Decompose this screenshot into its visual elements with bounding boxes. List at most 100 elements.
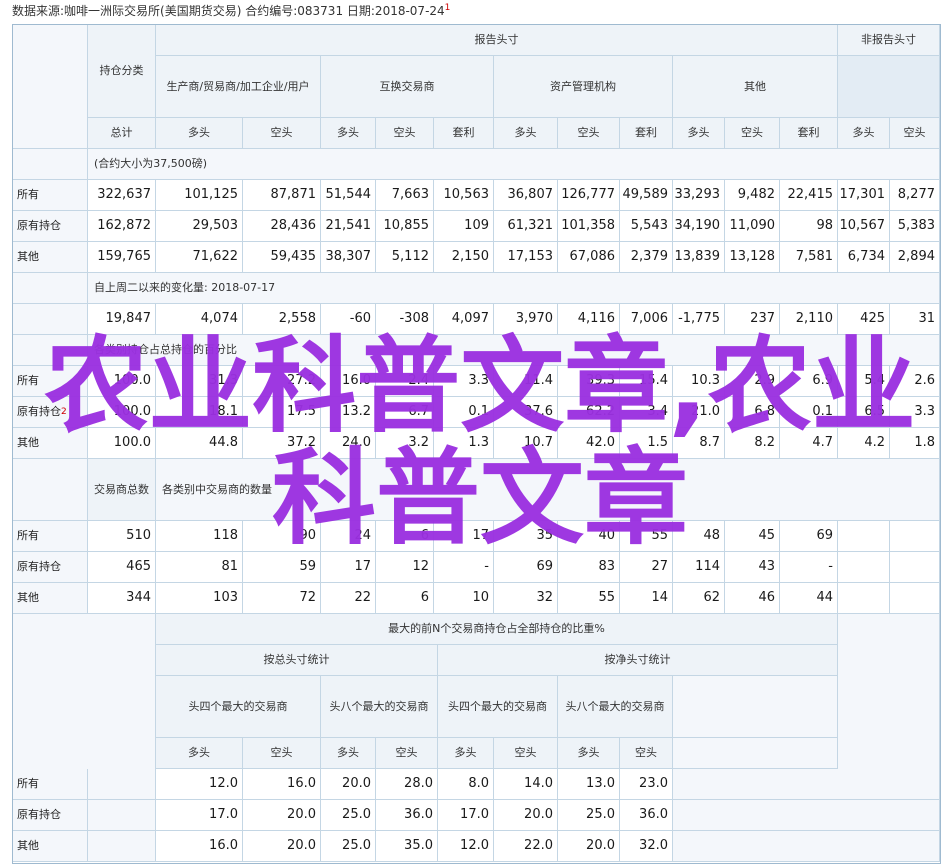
section1-row-cell: 2,894 (890, 242, 940, 273)
header-total: 总计 (88, 118, 156, 149)
section1-row-cell: 67,086 (558, 242, 620, 273)
section1-row-cell: 2,379 (620, 242, 673, 273)
section3-row-cell: 5.4 (838, 366, 890, 397)
section5-cell: 20.0 (243, 800, 321, 831)
section3-row-cell: 6.8 (725, 397, 780, 428)
header-short-2: 空头 (243, 118, 321, 149)
section4-row-cell: 35 (494, 521, 558, 552)
section4-row-cell: 55 (558, 583, 620, 614)
row-label: 所有 (13, 366, 88, 397)
section1-row-cell: 7,581 (780, 242, 838, 273)
section4-row-cell: 6 (376, 521, 434, 552)
header-corner (13, 25, 88, 149)
section4-row-cell: - (434, 552, 494, 583)
row-label: 其他 (13, 428, 88, 459)
section1-row-cell: 159,765 (88, 242, 156, 273)
section1-row-cell: 34,190 (673, 211, 725, 242)
section3-row-cell: 21.0 (673, 397, 725, 428)
section1-row-cell: 7,663 (376, 180, 434, 211)
section4-row-cell (838, 583, 890, 614)
section4-row-cell: 10 (434, 583, 494, 614)
row-label: 原有持仓 (13, 211, 88, 242)
section1-row-cell: 22,415 (780, 180, 838, 211)
section5-sub-short: 空头 (620, 738, 673, 769)
section3-row-cell: 10.7 (494, 428, 558, 459)
section4-row-cell: 44 (780, 583, 838, 614)
section1-row-cell: 21,541 (321, 211, 376, 242)
section4-row-cell (890, 552, 940, 583)
section5-cell: 17.0 (438, 800, 494, 831)
header-spread-8: 套利 (620, 118, 673, 149)
section3-row-cell: 37.2 (243, 428, 321, 459)
section1-row-cell: 101,125 (156, 180, 243, 211)
section3-row-cell: 8.7 (673, 428, 725, 459)
section1-row-cell: 162,872 (88, 211, 156, 242)
section1-row-cell: 13,839 (673, 242, 725, 273)
section1-row-cell: 98 (780, 211, 838, 242)
section1-row-cell: 101,358 (558, 211, 620, 242)
section3-row-cell: 3.4 (620, 397, 673, 428)
section2-cell: -308 (376, 304, 434, 335)
section3-row-cell: 6.5 (838, 397, 890, 428)
section4-row-cell: 6 (376, 583, 434, 614)
row-label: 其他 (13, 583, 88, 614)
section1-row-cell: 10,567 (838, 211, 890, 242)
section3-row-cell: 27.2 (243, 366, 321, 397)
section4-row-cell: 510 (88, 521, 156, 552)
section3-row-cell: 15.4 (620, 366, 673, 397)
section5-cell: 13.0 (558, 769, 620, 800)
section2-cell: -1,775 (673, 304, 725, 335)
section4-row-cell: 48 (673, 521, 725, 552)
section3-row-cell: 10.3 (673, 366, 725, 397)
section3-row-cell: 31.3 (156, 366, 243, 397)
cot-report-table: 持仓分类 报告头寸 非报告头寸 生产商/贸易商/加工企业/用户 互换交易商 资产管理机构其… (12, 24, 941, 864)
section1-note: (合约大小为37,500磅) (88, 149, 940, 180)
section5-net-top8: 头八个最大的交易商 (558, 676, 673, 738)
section1-row-cell: 6,734 (838, 242, 890, 273)
row-label: 其他 (13, 242, 88, 273)
section3-row-cell: 17.5 (243, 397, 321, 428)
section5-cell: 22.0 (494, 831, 558, 862)
section5-cell: 35.0 (376, 831, 438, 862)
section1-row-cell: 322,637 (88, 180, 156, 211)
source-line: 数据来源:咖啡一洲际交易所(美国期货交易) 合约编号:083731 日期:201… (12, 2, 450, 20)
section5-cell: 32.0 (620, 831, 673, 862)
section5-sub-short: 空头 (494, 738, 558, 769)
header-long-9: 多头 (673, 118, 725, 149)
section4-row-cell: 32 (494, 583, 558, 614)
row-label: 原有持仓 2 (13, 397, 88, 428)
section1-row-cell: 9,482 (725, 180, 780, 211)
section2-note: 自上周二以来的变化量: 2018-07-17 (88, 273, 940, 304)
row-label: 所有 (13, 769, 88, 800)
row-label: 其他 (13, 831, 88, 862)
header-long-1: 多头 (156, 118, 243, 149)
section4-row-cell: 46 (725, 583, 780, 614)
section1-row-cell: 10,563 (434, 180, 494, 211)
header-short-4: 空头 (376, 118, 434, 149)
section2-cell: 237 (725, 304, 780, 335)
section1-row-cell: 71,622 (156, 242, 243, 273)
section4-note: 各类别中交易商的数量 (156, 459, 940, 521)
section4-row-cell: 103 (156, 583, 243, 614)
section5-cell: 23.0 (620, 769, 673, 800)
section5-title: 最大的前N个交易商持仓占全部持仓的比重% (156, 614, 838, 645)
section3-row-cell: 100.0 (88, 397, 156, 428)
section3-row-cell: 16.0 (321, 366, 376, 397)
section3-note: 各类别持仓占总持仓的百分比 (88, 335, 940, 366)
section5-sub-long: 多头 (438, 738, 494, 769)
section4-row-cell (838, 521, 890, 552)
header-spread-11: 套利 (780, 118, 838, 149)
section4-row-cell: 55 (620, 521, 673, 552)
section5-cell: 25.0 (321, 800, 376, 831)
section5-row-filler (673, 800, 940, 831)
section5-net-top4: 头四个最大的交易商 (438, 676, 558, 738)
section4-row-cell (890, 583, 940, 614)
section3-row-cell: 44.8 (156, 428, 243, 459)
section5-cell: 8.0 (438, 769, 494, 800)
section5-net: 按净头寸统计 (438, 645, 838, 676)
section4-row-cell (838, 552, 890, 583)
section1-row-cell: 13,128 (725, 242, 780, 273)
section3-row-cell: 2.9 (725, 366, 780, 397)
section3-row-cell: 42.0 (558, 428, 620, 459)
section3-row-cell: 6.7 (376, 397, 434, 428)
